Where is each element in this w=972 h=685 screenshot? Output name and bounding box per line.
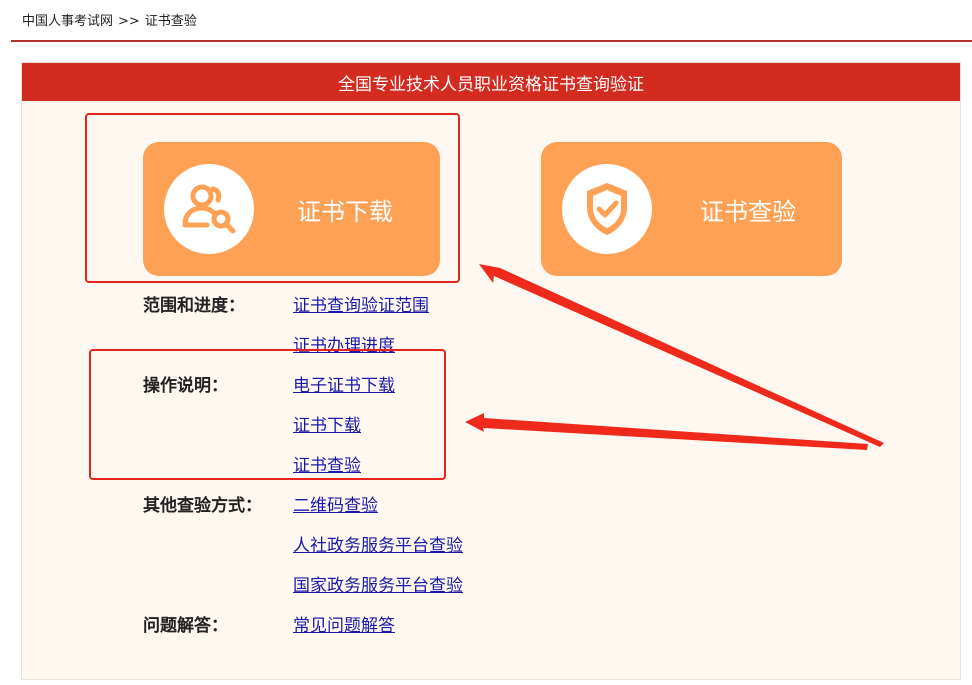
annotation-arrow-lower: [465, 413, 868, 450]
annotation-arrow-upper: [479, 264, 884, 447]
annotation-arrows: [465, 264, 884, 450]
